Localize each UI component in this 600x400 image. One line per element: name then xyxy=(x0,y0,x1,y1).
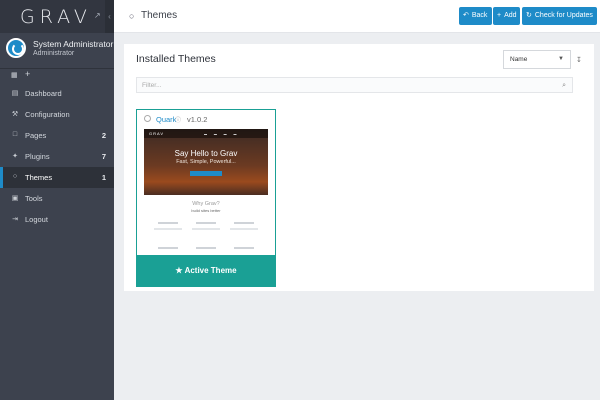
sidebar-item-themes[interactable]: ○ Themes 1 xyxy=(0,167,114,188)
sidebar-item-logout[interactable]: ⇥ Logout xyxy=(0,209,114,230)
preview-feature xyxy=(158,247,178,249)
count-badge: 7 xyxy=(101,152,106,161)
reply-icon: ↶ xyxy=(463,12,469,19)
dashboard-icon: ▤ xyxy=(11,90,19,97)
top-bar: ○ Themes ↶ Back + Add ↻ Check for Updates xyxy=(114,0,600,33)
star-icon: ★ xyxy=(175,266,183,275)
radio-icon[interactable] xyxy=(144,115,151,122)
quick-tray-icon[interactable]: ▦ xyxy=(11,71,18,79)
user-profile[interactable]: System Administrator Administrator xyxy=(0,33,114,69)
preview-headline: Say Hello to Grav xyxy=(174,149,238,158)
back-button[interactable]: ↶ Back xyxy=(459,7,492,25)
preview-logo: GRAV xyxy=(149,131,165,136)
avatar[interactable] xyxy=(6,38,26,58)
plus-icon: + xyxy=(497,12,502,19)
plug-icon: ✦ xyxy=(12,153,18,160)
sidebar-item-dashboard[interactable]: ▤ Dashboard xyxy=(0,83,114,104)
wrench-icon: ⚒ xyxy=(11,111,19,118)
sidebar-item-label: Dashboard xyxy=(25,89,62,98)
installed-themes-panel: Installed Themes Name ▼ ↧ Filter... ⌕ Qu… xyxy=(124,44,594,291)
sign-out-icon: ⇥ xyxy=(12,216,18,223)
check-updates-button[interactable]: ↻ Check for Updates xyxy=(522,7,597,25)
sidebar-nav: ▤ Dashboard ⚒ Configuration □ Pages 2 ✦ … xyxy=(0,83,114,230)
filter-placeholder: Filter... xyxy=(142,82,162,89)
file-icon: □ xyxy=(12,131,18,138)
sidebar-item-label: Tools xyxy=(25,194,43,203)
preview-feature xyxy=(234,247,254,249)
grav-logo[interactable]: GRAV xyxy=(20,6,92,28)
sidebar-collapse-button[interactable]: ‹ xyxy=(105,0,114,33)
sidebar: GRAV ↗ ‹ System Administrator Administra… xyxy=(0,0,114,400)
active-theme-label: Active Theme xyxy=(184,266,237,275)
chevron-down-icon: ▼ xyxy=(558,56,564,62)
theme-version: v1.0.2 xyxy=(187,115,208,124)
sort-select-value: Name xyxy=(510,56,528,63)
theme-screenshot[interactable]: GRAV ▬ ▬ ▬ ▬ Say Hello to Grav Fast, Sim… xyxy=(144,129,268,255)
sidebar-item-label: Pages xyxy=(25,131,47,140)
preview-button xyxy=(190,171,222,176)
sidebar-item-label: Logout xyxy=(25,215,48,224)
user-role: Administrator xyxy=(33,50,75,57)
sidebar-item-pages[interactable]: □ Pages 2 xyxy=(0,125,114,146)
sidebar-item-plugins[interactable]: ✦ Plugins 7 xyxy=(0,146,114,167)
preview-feature xyxy=(192,228,220,230)
preview-feature xyxy=(234,222,254,224)
user-name: System Administrator xyxy=(33,39,114,49)
tint-icon: ○ xyxy=(12,173,18,180)
sidebar-item-configuration[interactable]: ⚒ Configuration xyxy=(0,104,114,125)
preview-feature xyxy=(154,228,182,230)
search-icon: ⌕ xyxy=(562,82,566,89)
briefcase-icon: ▣ xyxy=(11,195,19,202)
info-icon[interactable]: ⓘ xyxy=(175,115,181,124)
count-badge: 1 xyxy=(101,173,106,182)
page-title: Themes xyxy=(141,10,178,21)
brand-bar: GRAV ↗ ‹ xyxy=(0,0,114,33)
active-theme-button[interactable]: ★ Active Theme xyxy=(137,255,275,286)
preview-subheadline: Fast, Simple, Powerful... xyxy=(176,159,236,165)
preview-nav: GRAV ▬ ▬ ▬ ▬ xyxy=(144,129,268,138)
preview-feature xyxy=(158,222,178,224)
theme-card[interactable]: Quark ⓘ v1.0.2 GRAV ▬ ▬ ▬ ▬ Say Hello to… xyxy=(136,109,276,287)
sort-select[interactable]: Name ▼ xyxy=(503,50,571,69)
tint-icon: ○ xyxy=(129,11,135,21)
refresh-icon: ↻ xyxy=(526,12,532,19)
filter-input[interactable]: Filter... ⌕ xyxy=(136,77,573,93)
sidebar-item-label: Themes xyxy=(25,173,53,182)
theme-name[interactable]: Quark xyxy=(156,115,176,124)
preview-menu: ▬ ▬ ▬ ▬ xyxy=(204,132,240,136)
panel-title: Installed Themes xyxy=(136,53,216,65)
sidebar-item-tools[interactable]: ▣ Tools xyxy=(0,188,114,209)
preview-why-heading: Why Grav? xyxy=(192,201,220,207)
external-link-icon[interactable]: ↗ xyxy=(94,11,101,20)
sort-direction-icon[interactable]: ↧ xyxy=(576,56,582,64)
add-button-label: Add xyxy=(504,12,517,19)
preview-feature xyxy=(196,247,216,249)
plus-icon[interactable]: + xyxy=(25,69,30,79)
preview-why-sub: build sites better xyxy=(191,208,221,213)
count-badge: 2 xyxy=(101,131,106,140)
preview-feature xyxy=(196,222,216,224)
check-updates-label: Check for Updates xyxy=(534,12,593,19)
quick-tray: ▦ + xyxy=(0,69,114,83)
back-button-label: Back xyxy=(471,12,488,19)
preview-hero: GRAV ▬ ▬ ▬ ▬ Say Hello to Grav Fast, Sim… xyxy=(144,129,268,195)
theme-card-header: Quark ⓘ v1.0.2 xyxy=(137,110,275,129)
sidebar-item-label: Plugins xyxy=(25,152,50,161)
add-button[interactable]: + Add xyxy=(493,7,520,25)
sidebar-item-label: Configuration xyxy=(25,110,70,119)
preview-feature xyxy=(230,228,258,230)
